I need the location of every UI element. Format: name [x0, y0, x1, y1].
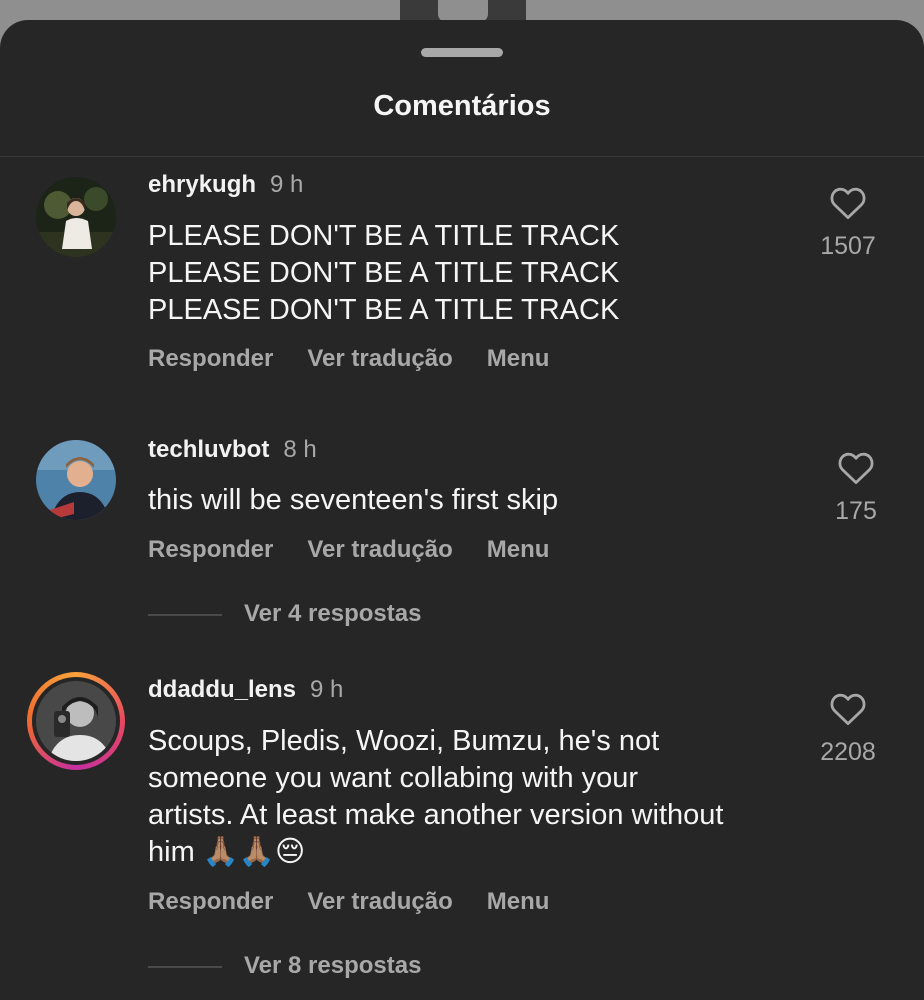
- like-count: 2208: [820, 738, 876, 766]
- comment-actions: Responder Ver tradução Menu: [148, 888, 583, 916]
- comment-time: 8 h: [283, 436, 317, 463]
- see-translation-button[interactable]: Ver tradução: [307, 536, 452, 563]
- avatar-image: [36, 440, 116, 520]
- user-avatar[interactable]: [36, 440, 116, 520]
- comment-actions: Responder Ver tradução Menu: [148, 345, 583, 373]
- reply-button[interactable]: Responder: [148, 345, 273, 372]
- comment-header: techluvbot 8 h: [148, 436, 317, 464]
- like-count: 175: [835, 497, 877, 525]
- avatar-image: [36, 177, 116, 257]
- username[interactable]: techluvbot: [148, 436, 269, 463]
- sheet-title: Comentários: [373, 90, 551, 122]
- heart-icon[interactable]: [837, 451, 875, 485]
- comment-header: ddaddu_lens 9 h: [148, 676, 343, 704]
- avatar-image: [36, 681, 116, 761]
- menu-button[interactable]: Menu: [487, 536, 550, 563]
- user-avatar[interactable]: [36, 177, 116, 257]
- drag-handle[interactable]: [421, 48, 503, 57]
- story-ring[interactable]: [27, 672, 125, 770]
- heart-icon[interactable]: [829, 692, 867, 726]
- comment-actions: Responder Ver tradução Menu: [148, 536, 583, 564]
- comment-time: 9 h: [270, 171, 304, 198]
- heart-icon[interactable]: [829, 186, 867, 220]
- view-replies-label[interactable]: Ver 4 respostas: [244, 600, 421, 627]
- username[interactable]: ehrykugh: [148, 171, 256, 198]
- see-translation-button[interactable]: Ver tradução: [307, 888, 452, 915]
- replies-line: [148, 965, 222, 968]
- header-divider: [0, 156, 924, 157]
- comment-header: ehrykugh 9 h: [148, 171, 303, 199]
- view-replies[interactable]: Ver 8 respostas: [148, 952, 421, 980]
- like-control[interactable]: 1507: [803, 186, 893, 261]
- username[interactable]: ddaddu_lens: [148, 676, 296, 703]
- like-count: 1507: [820, 232, 876, 260]
- comment-text: Scoups, Pledis, Woozi, Bumzu, he's not s…: [148, 725, 724, 868]
- like-control[interactable]: 175: [811, 451, 901, 526]
- user-avatar[interactable]: [36, 681, 116, 761]
- see-translation-button[interactable]: Ver tradução: [307, 345, 452, 372]
- view-replies-label[interactable]: Ver 8 respostas: [244, 952, 421, 979]
- comment-text: PLEASE DON'T BE A TITLE TRACK PLEASE DON…: [148, 220, 620, 326]
- menu-button[interactable]: Menu: [487, 888, 550, 915]
- view-replies[interactable]: Ver 4 respostas: [148, 600, 421, 628]
- reply-button[interactable]: Responder: [148, 888, 273, 915]
- menu-button[interactable]: Menu: [487, 345, 550, 372]
- comment-text: this will be seventeen's first skip: [148, 484, 559, 516]
- comments-sheet: Comentários ehrykugh 9 h PLEASE DON'T BE …: [0, 20, 924, 1000]
- replies-line: [148, 613, 222, 616]
- background-content: [400, 0, 526, 22]
- comment-time: 9 h: [310, 676, 344, 703]
- like-control[interactable]: 2208: [803, 692, 893, 767]
- reply-button[interactable]: Responder: [148, 536, 273, 563]
